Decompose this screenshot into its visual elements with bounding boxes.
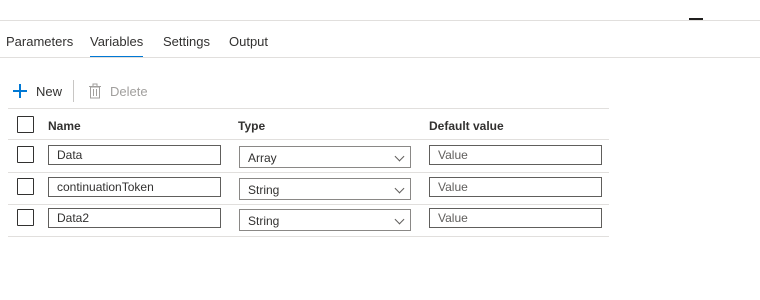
delete-button[interactable]: Delete: [88, 81, 148, 101]
variable-type-select[interactable]: Array: [239, 146, 411, 168]
new-button-label: New: [36, 83, 63, 99]
row-checkbox[interactable]: [17, 209, 34, 226]
toolbar: New Delete: [0, 78, 610, 104]
variable-type-value: String: [248, 214, 280, 228]
header-border: [8, 139, 609, 140]
variable-type-select[interactable]: String: [239, 178, 411, 200]
column-header-name: Name: [48, 119, 81, 133]
top-divider: [0, 20, 760, 21]
row-border: [8, 172, 609, 173]
tab-settings[interactable]: Settings: [163, 34, 210, 50]
tab-variables[interactable]: Variables: [90, 34, 144, 58]
variable-name-input[interactable]: [48, 208, 221, 228]
row-border: [8, 236, 609, 237]
column-header-default-value: Default value: [429, 119, 504, 133]
column-header-type: Type: [238, 119, 266, 133]
tab-bar: Parameters Variables Settings Output: [0, 28, 760, 58]
tab-parameters[interactable]: Parameters: [6, 34, 73, 50]
variable-type-select[interactable]: String: [239, 209, 411, 231]
plus-icon: [13, 84, 27, 98]
table-top-border: [8, 108, 609, 109]
default-value-input[interactable]: [429, 208, 602, 228]
select-all-checkbox[interactable]: [17, 116, 34, 133]
trash-icon: [89, 83, 101, 99]
toolbar-separator: [73, 80, 74, 102]
delete-button-label: Delete: [110, 83, 148, 99]
minimize-icon[interactable]: [689, 18, 703, 20]
chevron-down-icon: [394, 151, 405, 162]
row-border: [8, 204, 609, 205]
default-value-input[interactable]: [429, 177, 602, 197]
variable-name-input[interactable]: [48, 177, 221, 197]
chevron-down-icon: [394, 214, 405, 225]
row-checkbox[interactable]: [17, 146, 34, 163]
variable-type-value: Array: [248, 151, 277, 165]
tab-output[interactable]: Output: [229, 34, 268, 50]
variable-type-value: String: [248, 183, 280, 197]
tab-divider: [0, 57, 760, 58]
default-value-input[interactable]: [429, 145, 602, 165]
row-checkbox[interactable]: [17, 178, 34, 195]
chevron-down-icon: [394, 183, 405, 194]
new-button[interactable]: New: [13, 81, 62, 101]
variable-name-input[interactable]: [48, 145, 221, 165]
